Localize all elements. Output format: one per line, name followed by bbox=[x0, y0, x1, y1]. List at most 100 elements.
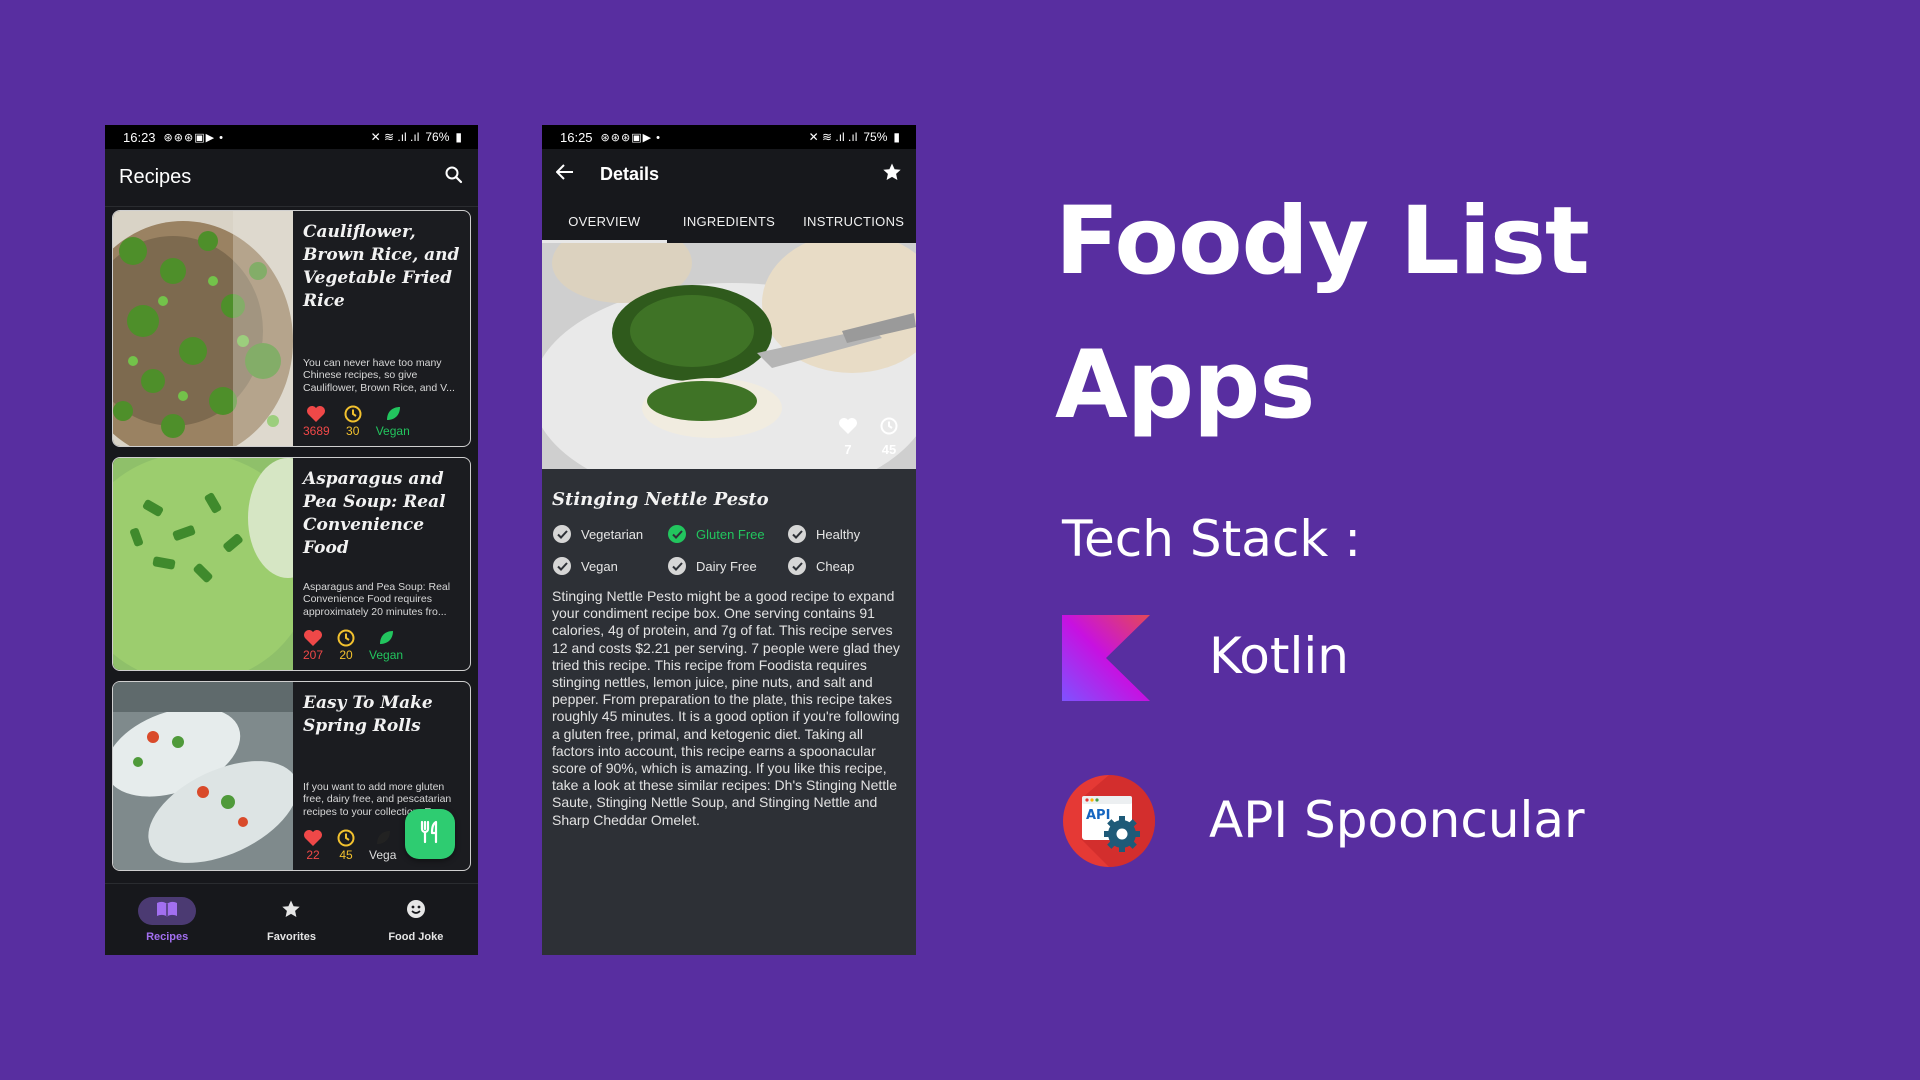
recipe-card[interactable]: Asparagus and Pea Soup: Real Convenience… bbox=[112, 457, 471, 671]
phone-details-screen: 16:25 ⊛⊛⊛▣▶ • ✕ ≋ .ıl .ıl 75% ▮ Details … bbox=[542, 125, 916, 955]
tab-instructions[interactable]: INSTRUCTIONS bbox=[791, 199, 916, 243]
heart-icon bbox=[303, 828, 323, 848]
likes-count: 7 bbox=[844, 442, 852, 457]
diet-tags: Vegetarian Gluten Free Healthy Vegan Dai… bbox=[542, 518, 916, 586]
recipe-list[interactable]: Cauliflower, Brown Rice, and Vegetable F… bbox=[105, 207, 478, 873]
time-stat: 45 bbox=[880, 417, 898, 457]
time-stat: 30 bbox=[344, 404, 362, 438]
tab-ingredients[interactable]: INGREDIENTS bbox=[667, 199, 792, 243]
likes-stat: 207 bbox=[303, 628, 323, 662]
minutes-count: 45 bbox=[881, 442, 897, 457]
nav-item-recipes[interactable]: Recipes bbox=[105, 884, 229, 955]
time-stat: 45 bbox=[337, 828, 355, 862]
check-icon bbox=[788, 525, 806, 543]
leaf-icon bbox=[377, 628, 395, 648]
time-stat: 20 bbox=[337, 628, 355, 662]
headline-line-1: Foody List bbox=[1055, 187, 1590, 296]
tag-label: Healthy bbox=[816, 526, 861, 542]
recipe-title: Stinging Nettle Pesto bbox=[552, 489, 769, 510]
battery-level: 75% bbox=[863, 130, 888, 144]
check-icon bbox=[553, 525, 571, 543]
nav-item-food-joke[interactable]: Food Joke bbox=[354, 884, 478, 955]
clock-icon bbox=[880, 417, 898, 438]
nav-label: Recipes bbox=[146, 930, 189, 943]
likes-stat: 7 bbox=[838, 417, 858, 457]
clock-icon bbox=[344, 404, 362, 424]
tag-label: Vegetarian bbox=[581, 526, 644, 542]
tag-label: Vegan bbox=[581, 558, 618, 574]
tag-healthy: Healthy bbox=[788, 522, 898, 546]
minutes-count: 20 bbox=[339, 648, 353, 662]
signal-icons: ✕ ≋ .ıl .ıl bbox=[808, 130, 858, 144]
recipe-title: Easy To Make Spring Rolls bbox=[303, 693, 433, 736]
clock-icon bbox=[337, 828, 355, 848]
recipe-title: Asparagus and Pea Soup: Real Convenience… bbox=[303, 469, 446, 558]
tag-label: Dairy Free bbox=[696, 558, 757, 574]
tech-item-api: API API Spooncular bbox=[1062, 774, 1585, 870]
top-app-bar: Details bbox=[542, 149, 916, 199]
diet-stat: Vega bbox=[369, 828, 396, 862]
page-title: Details bbox=[600, 163, 660, 184]
recipe-summary: Stinging Nettle Pesto might be a good re… bbox=[552, 588, 900, 828]
recipe-title: Cauliflower, Brown Rice, and Vegetable F… bbox=[303, 222, 460, 311]
signal-icons: ✕ ≋ .ıl .ıl bbox=[370, 130, 420, 144]
page-title: Recipes bbox=[119, 166, 192, 188]
phone-recipes-screen: 16:23 ⊛⊛⊛▣▶ • ✕ ≋ .ıl .ıl 76% ▮ Recipes bbox=[105, 125, 478, 955]
top-app-bar: Recipes bbox=[105, 149, 478, 207]
check-icon bbox=[668, 525, 686, 543]
star-icon bbox=[281, 899, 301, 922]
tag-cheap: Cheap bbox=[788, 554, 898, 578]
headline-line-2: Apps bbox=[1055, 331, 1315, 440]
smiley-icon bbox=[406, 899, 426, 922]
recipe-description: Asparagus and Pea Soup: Real Convenience… bbox=[303, 580, 451, 618]
tag-gluten-free: Gluten Free bbox=[668, 522, 788, 546]
status-time: 16:23 bbox=[123, 129, 156, 145]
recipe-image bbox=[113, 211, 293, 446]
notification-icons: ⊛⊛⊛▣▶ • bbox=[600, 131, 661, 144]
diet-stat: Vegan bbox=[369, 628, 403, 662]
battery-icon: ▮ bbox=[893, 130, 900, 144]
diet-label: Vega bbox=[369, 848, 397, 862]
likes-stat: 22 bbox=[303, 828, 323, 862]
tab-overview[interactable]: OVERVIEW bbox=[542, 199, 667, 243]
search-icon[interactable] bbox=[444, 165, 464, 190]
heart-icon bbox=[303, 628, 323, 648]
nav-item-favorites[interactable]: Favorites bbox=[229, 884, 353, 955]
status-time: 16:25 bbox=[560, 129, 593, 145]
tech-item-kotlin: Kotlin bbox=[1062, 614, 1349, 706]
back-arrow-icon[interactable] bbox=[555, 163, 574, 185]
kotlin-logo-icon bbox=[1062, 614, 1150, 706]
headline: Foody List Apps bbox=[1055, 170, 1590, 458]
leaf-icon bbox=[384, 404, 402, 424]
heart-icon bbox=[306, 404, 326, 424]
likes-count: 22 bbox=[306, 848, 320, 862]
book-icon bbox=[156, 901, 178, 920]
detail-tabs: OVERVIEW INGREDIENTS INSTRUCTIONS bbox=[542, 199, 916, 243]
food-fab-button[interactable] bbox=[405, 809, 455, 859]
check-icon bbox=[553, 557, 571, 575]
status-bar: 16:25 ⊛⊛⊛▣▶ • ✕ ≋ .ıl .ıl 75% ▮ bbox=[542, 125, 916, 149]
likes-count: 207 bbox=[303, 648, 324, 662]
diet-label: Vegan bbox=[369, 648, 404, 662]
diet-label: Vegan bbox=[375, 424, 410, 438]
bottom-navigation: Recipes Favorites Food Joke bbox=[105, 883, 478, 955]
nav-label: Food Joke bbox=[388, 930, 444, 943]
likes-count: 3689 bbox=[303, 424, 330, 438]
check-icon bbox=[668, 557, 686, 575]
tag-label: Gluten Free bbox=[696, 526, 765, 542]
recipe-hero-image: 7 45 bbox=[542, 243, 916, 469]
battery-icon: ▮ bbox=[455, 130, 462, 144]
tech-label: Kotlin bbox=[1209, 627, 1349, 685]
svg-text:API: API bbox=[1086, 808, 1110, 823]
check-icon bbox=[788, 557, 806, 575]
tech-stack-heading: Tech Stack : bbox=[1062, 510, 1362, 568]
recipe-card[interactable]: Cauliflower, Brown Rice, and Vegetable F… bbox=[112, 210, 471, 447]
notification-icons: ⊛⊛⊛▣▶ • bbox=[163, 131, 224, 144]
recipe-image bbox=[113, 458, 328, 670]
star-icon[interactable] bbox=[882, 162, 902, 187]
leaf-icon bbox=[374, 828, 392, 848]
tech-label: API Spooncular bbox=[1209, 791, 1585, 849]
likes-stat: 3689 bbox=[303, 404, 330, 438]
diet-stat: Vegan bbox=[376, 404, 410, 438]
status-bar: 16:23 ⊛⊛⊛▣▶ • ✕ ≋ .ıl .ıl 76% ▮ bbox=[105, 125, 478, 149]
